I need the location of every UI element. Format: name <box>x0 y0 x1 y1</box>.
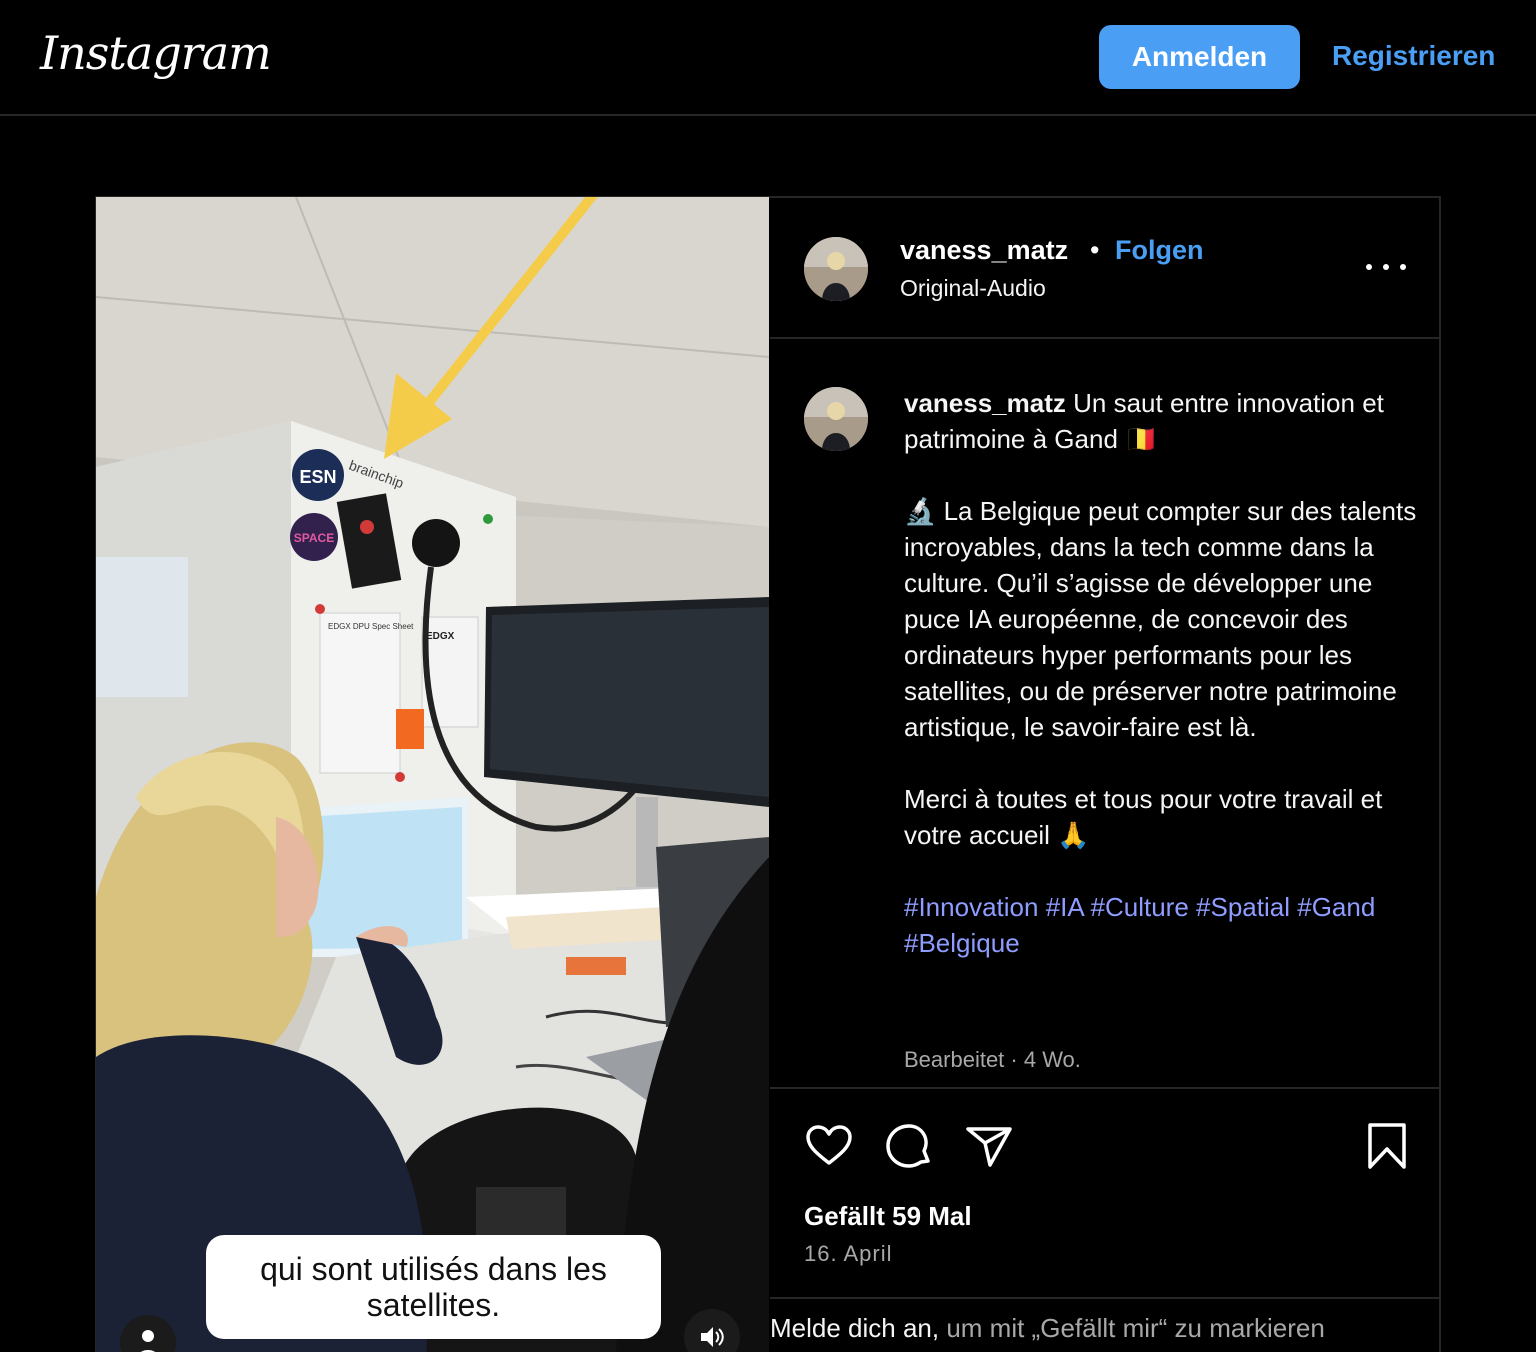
caption-author-avatar[interactable] <box>804 387 868 451</box>
bookmark-icon <box>1368 1123 1406 1169</box>
hashtag-belgique[interactable]: #Belgique <box>904 928 1020 958</box>
more-options-icon[interactable] <box>1366 253 1406 281</box>
dot <box>1383 264 1389 270</box>
post-details-panel: vaness_matz • Folgen Original-Audio vane… <box>770 197 1440 1352</box>
author-username[interactable]: vaness_matz <box>900 235 1068 266</box>
hashtag-ia[interactable]: #IA <box>1046 892 1084 922</box>
post-video[interactable]: ESN brainchip SPACE EDGX DPU Spec Sheet … <box>96 197 769 1352</box>
caption-username[interactable]: vaness_matz <box>904 388 1066 418</box>
dot <box>1400 264 1406 270</box>
send-icon <box>966 1127 1012 1167</box>
share-button[interactable] <box>964 1121 1014 1171</box>
login-button[interactable]: Anmelden <box>1099 25 1300 89</box>
avatar-image <box>804 237 868 301</box>
hashtag-innovation[interactable]: #Innovation <box>904 892 1038 922</box>
post-meta: Bearbeitet · 4 Wo. <box>904 1047 1081 1072</box>
video-frame: ESN brainchip SPACE EDGX DPU Spec Sheet … <box>96 197 769 1352</box>
caption-paragraph-3: Merci à toutes et tous pour votre travai… <box>904 784 1383 850</box>
save-button[interactable] <box>1362 1121 1412 1171</box>
dot <box>1366 264 1372 270</box>
post-caption: vaness_matz Un saut entre innovation et … <box>904 385 1424 997</box>
comment-icon <box>886 1124 930 1168</box>
register-link[interactable]: Registrieren <box>1332 40 1495 72</box>
like-count[interactable]: Gefällt 59 Mal <box>804 1201 972 1232</box>
avatar-image <box>804 387 868 451</box>
hashtag-gand[interactable]: #Gand <box>1297 892 1375 922</box>
video-subtitle-line1: qui sont utilisés dans les <box>260 1251 607 1287</box>
hashtag-spatial[interactable]: #Spatial <box>1196 892 1290 922</box>
caption-paragraph-2: 🔬 La Belgique peut compter sur des talen… <box>904 496 1417 742</box>
post-header: vaness_matz • Folgen Original-Audio <box>770 197 1440 339</box>
spec-sheet-label: EDGX DPU Spec Sheet <box>328 622 414 631</box>
audio-label[interactable]: Original-Audio <box>900 275 1046 302</box>
login-prompt-link[interactable]: Melde dich an, <box>770 1313 939 1343</box>
action-bar: Gefällt 59 Mal 16. April <box>770 1087 1440 1297</box>
space-sticker-label: SPACE <box>294 531 334 545</box>
post-date: 16. April <box>804 1241 893 1266</box>
esn-sticker-label: ESN <box>299 467 336 487</box>
login-prompt: Melde dich an, um mit „Gefällt mir“ zu m… <box>770 1297 1440 1352</box>
speaker-icon <box>701 1327 724 1347</box>
video-subtitle: qui sont utilisés dans les satellites. <box>206 1235 661 1339</box>
heart-icon <box>806 1125 852 1165</box>
follow-button[interactable]: Folgen <box>1115 235 1204 266</box>
edgx-sticker-label: EDGX <box>426 631 455 642</box>
hashtag-culture[interactable]: #Culture <box>1091 892 1189 922</box>
top-nav-bar: Instagram Anmelden Registrieren <box>0 0 1536 116</box>
author-avatar[interactable] <box>804 237 868 301</box>
video-subtitle-line2: satellites. <box>366 1287 501 1323</box>
comment-button[interactable] <box>884 1121 934 1171</box>
instagram-logo[interactable]: Instagram <box>40 26 272 80</box>
login-prompt-text: um mit „Gefällt mir“ zu markieren <box>939 1313 1325 1343</box>
header-separator: • <box>1090 235 1100 265</box>
hashtags: #Innovation #IA #Culture #Spatial #Gand … <box>904 889 1424 961</box>
user-icon <box>140 1330 156 1352</box>
like-button[interactable] <box>804 1121 854 1171</box>
